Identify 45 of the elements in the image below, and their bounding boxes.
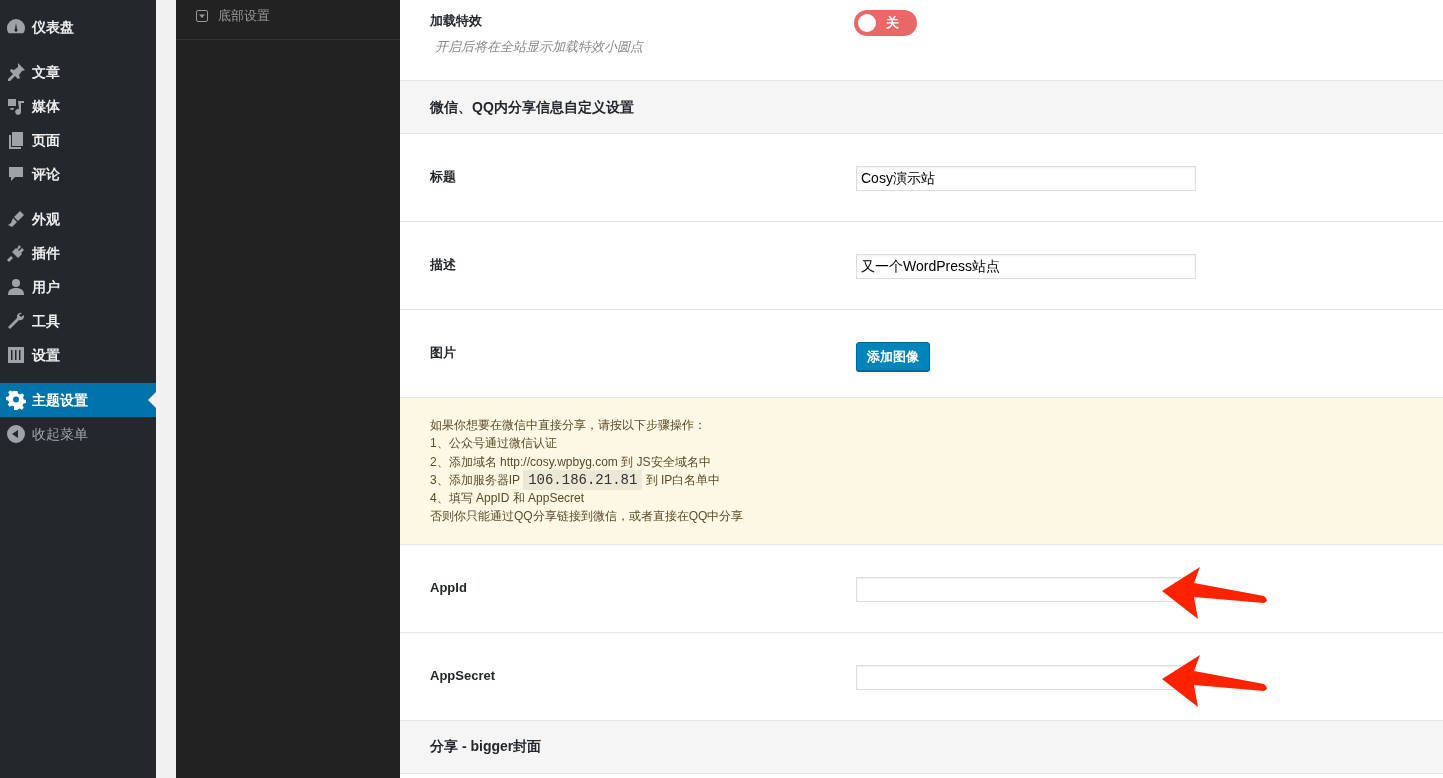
pin-icon <box>6 62 26 82</box>
notice-line: 4、填写 AppID 和 AppSecret <box>430 490 585 508</box>
pages-icon <box>6 130 26 150</box>
field-label: AppId <box>430 578 468 597</box>
user-icon <box>6 277 26 297</box>
text-field[interactable]: 又一个WordPress站点 <box>856 254 1196 279</box>
dropdown-icon <box>196 9 208 22</box>
notice-line: 否则你只能通过QQ分享链接到微信，或者直接在QQ中分享 <box>430 508 744 526</box>
notice-line: 2、添加域名 http://cosy.wpbyg.com 到 JS安全域名中 <box>430 453 711 471</box>
section-heading: 分享 - bigger封面 <box>430 737 542 757</box>
sidebar-item[interactable]: 用户 <box>0 270 156 304</box>
notice-line: 如果你想要在微信中直接分享，请按以下步骤操作： <box>430 417 706 434</box>
sidebar-item[interactable]: 插件 <box>0 236 156 270</box>
field-label: 加载特效 <box>430 12 483 30</box>
field-label: 图片 <box>430 344 457 362</box>
plug-icon <box>6 243 26 263</box>
sliders-icon <box>6 345 26 365</box>
sidebar-item[interactable]: 外观 <box>0 202 156 236</box>
section-heading: 微信、QQ内分享信息自定义设置 <box>430 97 634 117</box>
sidebar-item[interactable]: 收起菜单 <box>0 417 156 451</box>
media-icon <box>6 96 26 116</box>
sidebar-item[interactable]: 文章 <box>0 55 156 89</box>
sidebar-item[interactable]: 页面 <box>0 123 156 157</box>
sidebar-item[interactable]: 工具 <box>0 304 156 338</box>
back-icon <box>6 424 26 444</box>
text-field[interactable] <box>856 664 1196 690</box>
panel-item[interactable]: 底部设置 <box>176 0 400 40</box>
brush-icon <box>6 209 26 229</box>
field-label: AppSecret <box>430 666 497 685</box>
notice-line: 3、添加服务器IP 106.186.21.81 到 IP白名单中 <box>430 470 721 490</box>
sidebar-item[interactable]: 主题设置 <box>0 383 156 417</box>
text-field[interactable]: Cosy演示站 <box>856 166 1196 191</box>
field-label: 标题 <box>430 168 457 186</box>
sidebar-item[interactable]: 媒体 <box>0 89 156 123</box>
field-description: 开启后将在全站显示加载特效小圆点 <box>434 37 645 56</box>
text-field[interactable] <box>856 576 1196 602</box>
sidebar-item[interactable]: 评论 <box>0 157 156 191</box>
add-image-button[interactable]: 添加图像 <box>856 342 930 371</box>
wrench-icon <box>6 311 26 331</box>
field-label: 描述 <box>430 256 457 274</box>
sidebar-item[interactable]: 仪表盘 <box>0 10 156 44</box>
sidebar-item[interactable]: 设置 <box>0 338 156 372</box>
notice-line: 1、公众号通过微信认证 <box>430 435 557 453</box>
comment-icon <box>6 164 26 184</box>
gear-icon <box>6 390 26 410</box>
